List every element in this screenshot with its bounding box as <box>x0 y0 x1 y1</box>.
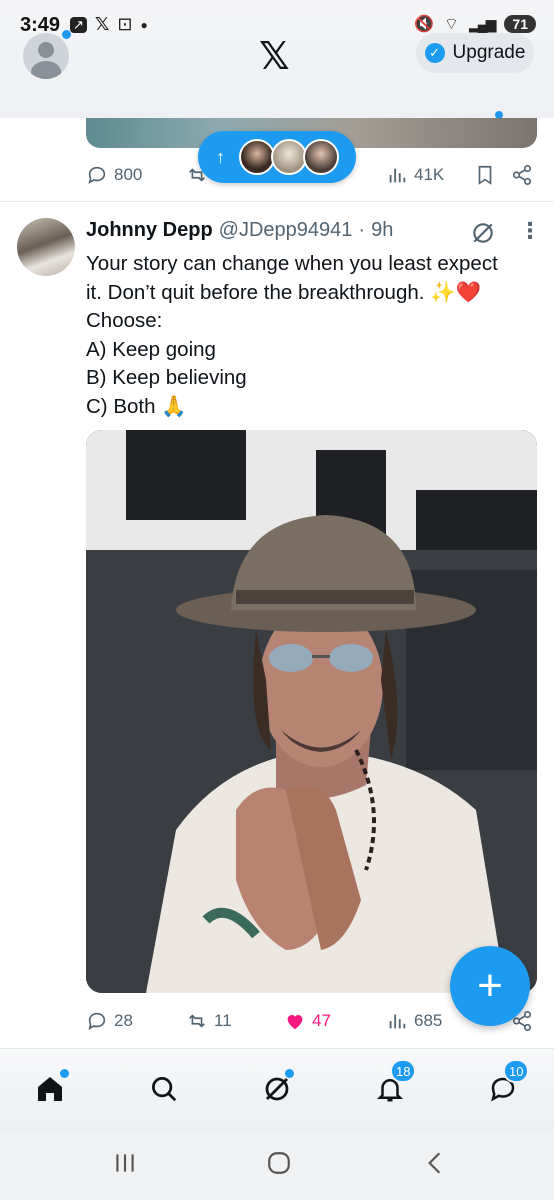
arrow-up-icon: ↑ <box>216 146 225 167</box>
upgrade-button[interactable]: ✓ Upgrade <box>416 33 534 73</box>
prev-views-button[interactable]: 41K <box>386 160 444 190</box>
grok-icon <box>265 1077 289 1101</box>
tweet-author-avatar[interactable] <box>17 218 75 276</box>
x-logo[interactable]: 𝕏 <box>259 34 290 78</box>
header-separator: · <box>358 219 366 241</box>
search-icon <box>152 1077 177 1102</box>
repost-button[interactable]: 11 <box>186 1006 232 1036</box>
tweet-text-line: A) Keep going <box>86 337 216 361</box>
like-button[interactable]: 47 <box>284 1006 331 1036</box>
views-button[interactable]: 685 <box>386 1006 442 1036</box>
nav-notifications[interactable]: 18 <box>372 1059 417 1107</box>
status-notification-icons: ↗ 𝕏 ⊡ ● <box>70 14 148 35</box>
tweet-media-image[interactable] <box>86 430 537 993</box>
wifi-icon: ⌔ <box>443 16 459 33</box>
plus-icon: + <box>477 961 503 1010</box>
upgrade-label: Upgrade <box>452 42 526 63</box>
tweet-text-line: Choose: <box>86 309 163 333</box>
new-post-avatar <box>303 139 339 175</box>
nav-home[interactable] <box>32 1069 69 1107</box>
tweet-text-line: Your story can change when you least exp… <box>86 252 498 275</box>
nav-grok[interactable] <box>259 1069 295 1107</box>
heart-filled-icon <box>287 1015 303 1030</box>
home-system-icon[interactable] <box>266 1150 292 1183</box>
tweet-text-line: it. Don’t quit before the breakthrough. … <box>86 280 482 304</box>
views-icon <box>389 168 406 183</box>
new-post-avatar <box>239 139 275 175</box>
reply-button[interactable]: 28 <box>86 1006 133 1036</box>
notifications-badge: 18 <box>390 1059 417 1083</box>
mute-icon: 🔇 <box>414 16 434 33</box>
nav-search[interactable] <box>146 1071 182 1107</box>
bookmark-icon <box>478 165 492 185</box>
tweet-header: Johnny Depp @JDepp94941 · 9h <box>86 219 393 242</box>
battery-indicator: 71 <box>504 15 536 33</box>
more-options-icon[interactable]: ⋮ <box>519 218 541 244</box>
tweet-text: Your story can change when you least exp… <box>86 250 536 422</box>
new-post-avatar <box>271 139 307 175</box>
views-icon <box>389 1014 406 1029</box>
tweet-text-line: C) Both 🙏 <box>86 394 187 418</box>
more-notifications-icon: ● <box>140 17 148 32</box>
prev-bookmark-button[interactable] <box>474 160 496 190</box>
author-name[interactable]: Johnny Depp <box>86 219 213 242</box>
prev-share-button[interactable] <box>511 160 533 190</box>
back-icon[interactable] <box>422 1150 448 1183</box>
views-count: 685 <box>414 1011 443 1030</box>
bottom-navigation: 18 10 <box>0 1048 554 1130</box>
grok-icon[interactable] <box>470 220 496 246</box>
home-icon <box>38 1077 62 1101</box>
grok-unread-dot <box>285 1069 294 1078</box>
profile-avatar-button[interactable] <box>23 33 69 79</box>
prev-views-count: 41K <box>414 165 445 184</box>
recent-apps-icon[interactable] <box>112 1150 138 1183</box>
author-handle[interactable]: @JDepp94941 <box>219 219 353 242</box>
signal-icon: ▂▄▆ <box>468 15 496 32</box>
screenshot-icon: ⊡ <box>117 14 133 34</box>
system-navigation-bar <box>0 1130 554 1200</box>
compose-post-button[interactable]: + <box>450 946 530 1026</box>
verified-badge-icon: ✓ <box>424 43 445 63</box>
reply-count: 28 <box>114 1011 133 1030</box>
repost-icon <box>189 1014 205 1028</box>
reply-icon <box>88 166 106 184</box>
tweet-divider <box>0 201 554 202</box>
x-app-icon: 𝕏 <box>94 14 110 35</box>
prev-reply-button[interactable]: 800 <box>86 160 142 190</box>
like-count: 47 <box>312 1011 331 1030</box>
tweet-text-line: B) Keep believing <box>86 366 247 390</box>
share-icon <box>512 165 532 185</box>
prev-reply-count: 800 <box>114 165 143 184</box>
reply-icon <box>88 1012 106 1030</box>
home-unread-dot <box>60 1069 69 1078</box>
repost-count: 11 <box>214 1011 232 1030</box>
tweet-time: 9h <box>371 219 394 241</box>
photo-illustration <box>86 430 537 993</box>
new-posts-pill[interactable]: ↑ <box>198 131 356 183</box>
messages-badge: 10 <box>503 1059 530 1083</box>
activity-icon: ↗ <box>70 16 87 33</box>
status-system-icons: 🔇 ⌔ ▂▄▆ 71 <box>414 14 536 34</box>
nav-messages[interactable]: 10 <box>485 1059 530 1107</box>
profile-notification-dot <box>62 30 71 39</box>
